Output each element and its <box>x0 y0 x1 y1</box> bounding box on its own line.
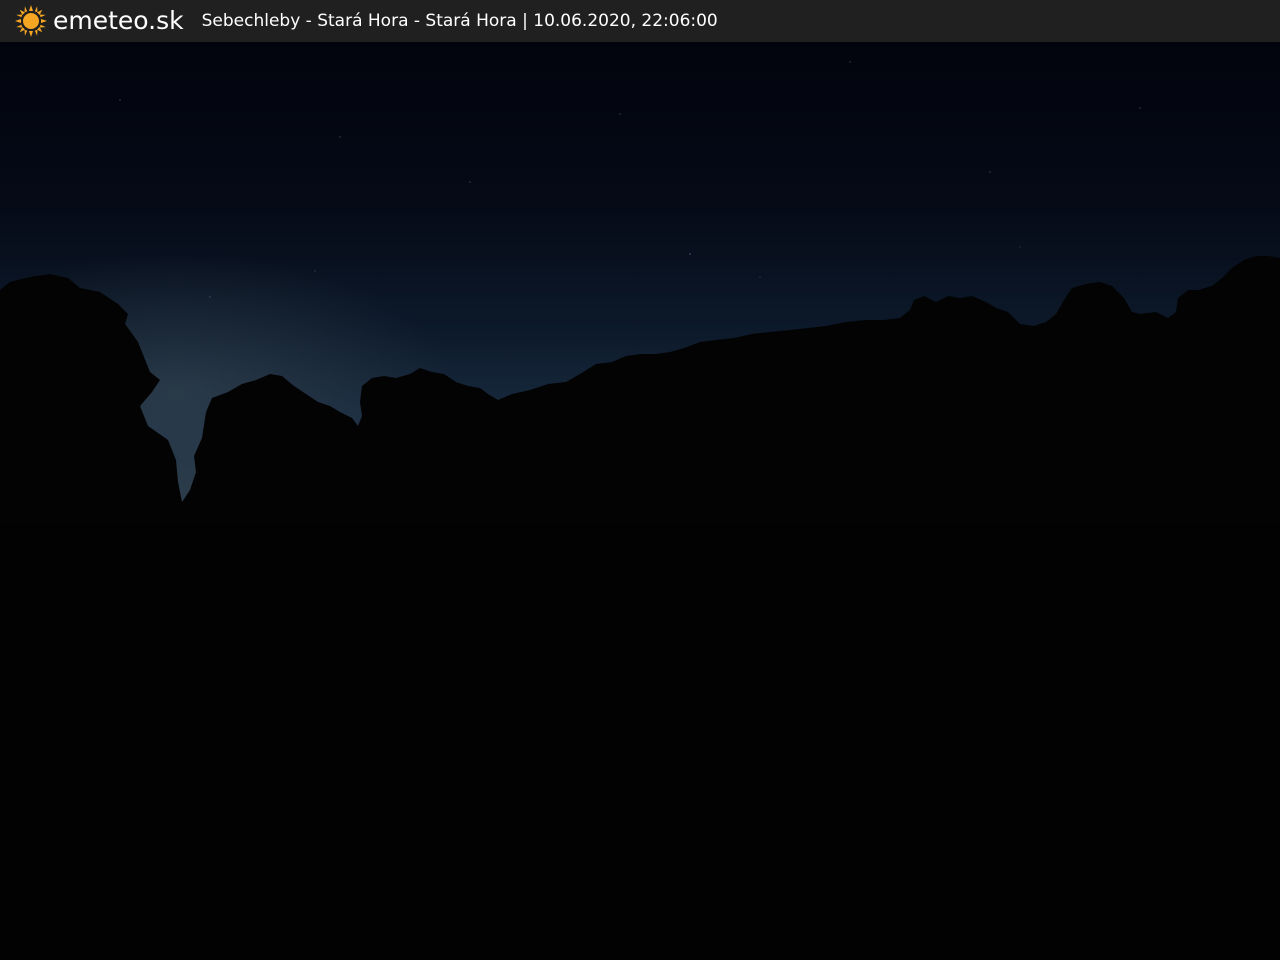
capture-timestamp: 10.06.2020, 22:06:00 <box>533 11 718 31</box>
webcam-frame: emeteo.sk Sebechleby - Stará Hora - Star… <box>0 0 1280 960</box>
sun-icon <box>15 5 47 37</box>
dark-foreground <box>0 522 1280 960</box>
header-bar: emeteo.sk Sebechleby - Stará Hora - Star… <box>0 0 1280 42</box>
webcam-image <box>0 42 1280 960</box>
location-name: Sebechleby - Stará Hora - Stará Hora <box>201 11 517 31</box>
caption-separator: | <box>522 11 528 31</box>
webcam-caption: Sebechleby - Stará Hora - Stará Hora | 1… <box>202 0 718 42</box>
site-brand[interactable]: emeteo.sk <box>53 0 184 42</box>
